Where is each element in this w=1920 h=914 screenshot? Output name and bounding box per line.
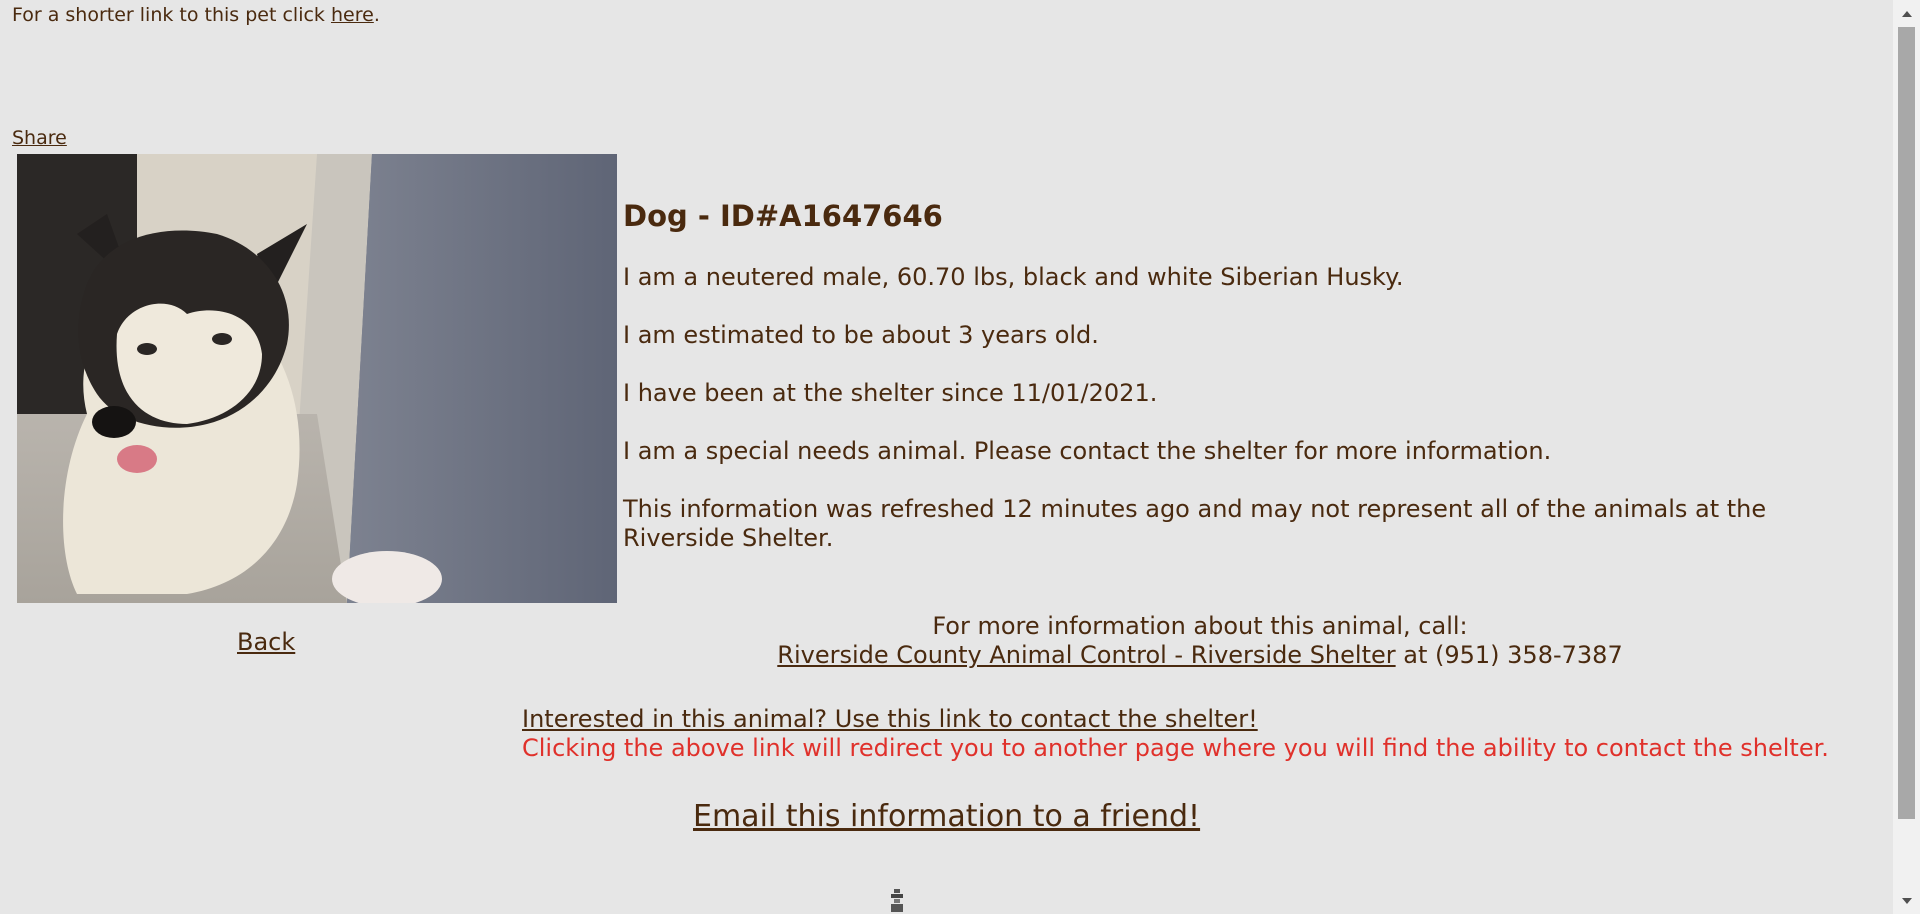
email-friend-link[interactable]: Email this information to a friend! xyxy=(693,798,1200,836)
contact-block: For more information about this animal, … xyxy=(700,612,1700,670)
vertical-scrollbar[interactable] xyxy=(1893,0,1920,914)
animal-photo xyxy=(17,154,617,603)
animal-description: I am a neutered male, 60.70 lbs, black a… xyxy=(623,263,1404,291)
animal-title: Dog - ID#A1647646 xyxy=(623,199,943,233)
share-link[interactable]: Share xyxy=(12,125,67,151)
shorter-link-here[interactable]: here xyxy=(331,4,374,26)
animal-info: Dog - ID#A1647646 I am a neutered male, … xyxy=(623,196,1853,582)
husky-photo-icon xyxy=(17,154,617,603)
scroll-up-icon[interactable] xyxy=(1893,0,1920,27)
interest-block: Interested in this animal? Use this link… xyxy=(522,705,1829,763)
scroll-down-icon[interactable] xyxy=(1893,887,1920,914)
loading-icon xyxy=(888,887,906,914)
shorter-link-prefix: For a shorter link to this pet click xyxy=(12,4,331,26)
contact-shelter-link[interactable]: Interested in this animal? Use this link… xyxy=(522,705,1258,733)
refresh-note: This information was refreshed 12 minute… xyxy=(623,495,1767,552)
scrollbar-thumb[interactable] xyxy=(1898,27,1915,819)
shorter-link-line: For a shorter link to this pet click her… xyxy=(12,2,380,28)
contact-line: Riverside County Animal Control - Rivers… xyxy=(700,641,1700,670)
shorter-link-suffix: . xyxy=(373,4,380,26)
shelter-link[interactable]: Riverside County Animal Control - Rivers… xyxy=(777,641,1395,669)
shelter-since: I have been at the shelter since 11/01/2… xyxy=(623,379,1158,407)
redirect-warning: Clicking the above link will redirect yo… xyxy=(522,734,1829,762)
back-link[interactable]: Back xyxy=(237,627,295,657)
animal-age: I am estimated to be about 3 years old. xyxy=(623,321,1099,349)
special-needs-note: I am a special needs animal. Please cont… xyxy=(623,437,1552,465)
shelter-phone: at (951) 358-7387 xyxy=(1395,641,1623,669)
page: For a shorter link to this pet click her… xyxy=(0,0,1893,914)
contact-intro: For more information about this animal, … xyxy=(932,612,1468,640)
